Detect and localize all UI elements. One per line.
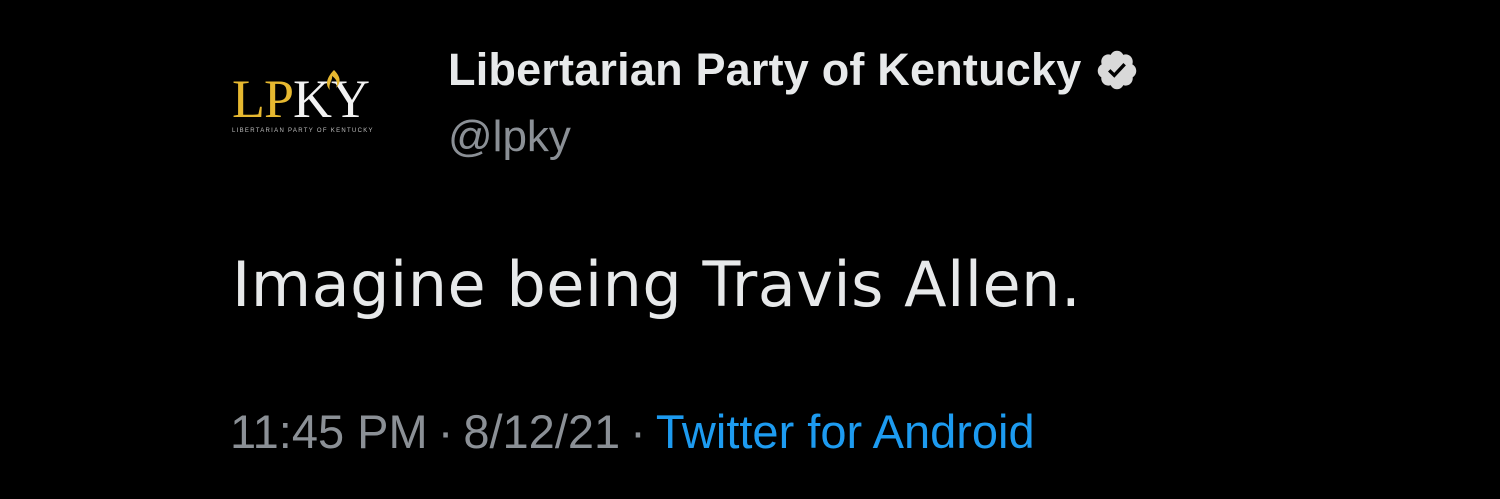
avatar[interactable]: LPKY LIBERTARIAN PARTY OF KENTUCKY (228, 62, 408, 152)
author-handle[interactable]: @lpky (448, 112, 571, 162)
logo-lp-text: LP (232, 69, 294, 129)
tweet-card: LPKY LIBERTARIAN PARTY OF KENTUCKY Liber… (0, 0, 1500, 499)
tweet-meta: 11:45 PM · 8/12/21 · Twitter for Android (230, 404, 1035, 459)
tweet-date[interactable]: 8/12/21 (463, 405, 620, 458)
tweet-source-link[interactable]: Twitter for Android (656, 405, 1035, 458)
author-name-row[interactable]: Libertarian Party of Kentucky (448, 42, 1139, 98)
meta-separator: · (437, 405, 454, 458)
verified-badge-icon (1098, 50, 1137, 90)
tweet-text: Imagine being Travis Allen. (232, 248, 1082, 321)
logo-wordmark: LPKY (232, 62, 370, 136)
tweet-time[interactable]: 11:45 PM (230, 405, 428, 458)
meta-separator: · (630, 405, 646, 458)
logo-subtitle: LIBERTARIAN PARTY OF KENTUCKY (232, 128, 374, 134)
author-display-name[interactable]: Libertarian Party of Kentucky (448, 44, 1081, 96)
torch-icon (327, 70, 340, 90)
